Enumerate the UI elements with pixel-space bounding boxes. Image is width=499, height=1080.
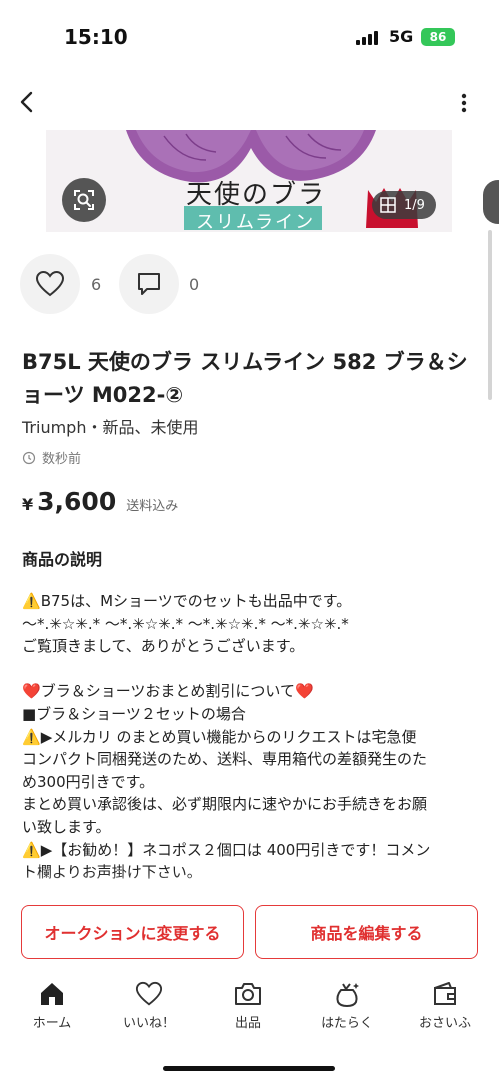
more-vertical-icon bbox=[461, 93, 467, 113]
battery-icon: 86 bbox=[421, 28, 455, 46]
warning-icon: ⚠️ bbox=[22, 727, 41, 746]
price: ¥ 3,600 送料込み bbox=[22, 487, 178, 516]
description-line: ■ブラ＆ショーツ２セットの場合 bbox=[22, 704, 246, 723]
comment-button[interactable] bbox=[119, 254, 179, 314]
image-search-button[interactable] bbox=[62, 178, 106, 222]
description-line: まとめ買い承認後は、必ず期限内に速やかにお手続きをお願 bbox=[22, 795, 428, 814]
tab-wallet-label: おさいふ bbox=[418, 1016, 471, 1031]
next-image-button[interactable] bbox=[483, 180, 499, 224]
edit-item-button[interactable]: 商品を編集する bbox=[255, 905, 478, 959]
description-line: ❤️ブラ＆ショーツおまとめ割引について❤️ bbox=[22, 682, 314, 701]
tab-work-label: はたらく bbox=[321, 1016, 373, 1031]
chevron-left-icon bbox=[20, 91, 33, 113]
posted-time-text: 数秒前 bbox=[42, 452, 82, 467]
image-badge-text: スリムライン bbox=[196, 212, 316, 232]
tab-bar: ホーム いいね！ 出品 はたらく おさいふ bbox=[0, 970, 499, 1080]
wallet-icon bbox=[434, 982, 456, 1005]
tab-home-label: ホーム bbox=[32, 1016, 72, 1031]
description-line: 〜*.✳︎☆✳︎.* 〜*.✳︎☆✳︎.* 〜*.✳︎☆✳︎.* 〜*.✳︎☆✳… bbox=[22, 614, 349, 633]
description-heading: 商品の説明 bbox=[22, 550, 103, 569]
scrollbar[interactable] bbox=[488, 230, 492, 400]
change-to-auction-button[interactable]: オークションに変更する bbox=[21, 905, 244, 959]
description-body: ⚠️B75は、Mショーツでのセットも出品中です。 〜*.✳︎☆✳︎.* 〜*.✳… bbox=[22, 590, 482, 884]
tab-sell[interactable]: 出品 bbox=[203, 980, 293, 1031]
tab-likes[interactable]: いいね！ bbox=[104, 980, 194, 1031]
description-line: コンパクト同梱発送のため、送料、専用箱代の差額発生のた bbox=[22, 750, 428, 769]
description-line: ⚠️▶︎【お勧め！】ネコポス２個口は 400円引きです！コメン bbox=[22, 839, 482, 862]
grid-icon bbox=[380, 197, 396, 213]
like-count: 6 bbox=[91, 275, 102, 294]
action-bar: オークションに変更する 商品を編集する bbox=[0, 888, 499, 968]
tab-home[interactable]: ホーム bbox=[7, 980, 97, 1031]
like-button[interactable] bbox=[20, 254, 80, 314]
home-indicator bbox=[163, 1066, 335, 1071]
description-line: め300円引きです。 bbox=[22, 772, 155, 791]
red-heart-icon: ❤️ bbox=[22, 682, 41, 701]
signal-icon bbox=[356, 31, 380, 45]
camera-icon bbox=[235, 983, 261, 1005]
warning-icon: ⚠️ bbox=[22, 840, 41, 859]
posted-time: 数秒前 bbox=[22, 448, 81, 467]
heart-icon bbox=[135, 981, 163, 1006]
home-icon bbox=[41, 983, 63, 1005]
shipping-included: 送料込み bbox=[126, 499, 179, 514]
network-label: 5G bbox=[389, 27, 414, 46]
bag-icon bbox=[336, 983, 359, 1007]
price-value: 3,600 bbox=[37, 487, 117, 516]
description-line bbox=[22, 658, 482, 681]
status-bar: 15:10 5G 86 bbox=[0, 0, 499, 70]
status-time: 15:10 bbox=[64, 25, 128, 49]
red-heart-icon: ❤️ bbox=[294, 682, 314, 701]
tab-sell-label: 出品 bbox=[234, 1016, 261, 1031]
brand-condition: Triumph・新品、未使用 bbox=[22, 418, 199, 437]
comment-count: 0 bbox=[189, 275, 200, 294]
tab-wallet[interactable]: おさいふ bbox=[400, 980, 490, 1031]
warning-icon: ⚠️ bbox=[22, 592, 41, 610]
tab-work[interactable]: はたらく bbox=[302, 980, 392, 1031]
description-line: ご覧頂きまして、ありがとうございます。 bbox=[22, 637, 305, 656]
more-options-button[interactable] bbox=[452, 88, 476, 116]
heart-icon bbox=[35, 270, 65, 297]
image-counter[interactable]: 1/9 bbox=[372, 191, 436, 219]
image-title-text: 天使のブラ bbox=[186, 180, 327, 210]
clock-icon bbox=[22, 451, 36, 464]
description-line: ⚠️▶︎メルカリ のまとめ買い機能からのリクエストは宅急便 bbox=[22, 726, 482, 749]
back-button[interactable] bbox=[14, 88, 42, 116]
tab-likes-label: いいね！ bbox=[122, 1016, 175, 1031]
description-line: ト欄よりお声掛け下さい。 bbox=[22, 863, 202, 882]
description-line: い致します。 bbox=[22, 817, 111, 836]
description-line: ⚠️B75は、Mショーツでのセットも出品中です。 bbox=[22, 590, 482, 613]
item-title: B75L 天使のブラ スリムライン 582 ブラ＆ショーツ M022-② bbox=[22, 350, 468, 407]
image-counter-text: 1/9 bbox=[404, 197, 425, 213]
comment-icon bbox=[138, 273, 160, 295]
scan-icon bbox=[74, 190, 94, 210]
price-symbol: ¥ bbox=[22, 495, 34, 514]
